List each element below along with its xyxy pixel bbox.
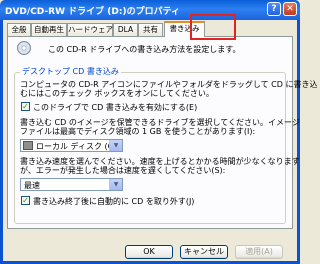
image-drive-value: ローカル ディスク (C:): [36, 142, 120, 151]
group-desc-line2: むにはこのチェック ボックスをオンにしてください。: [20, 89, 214, 98]
ok-button[interactable]: OK: [125, 245, 173, 259]
apply-button[interactable]: 適用(A): [235, 245, 283, 259]
write-speed-select[interactable]: 最速 ▼: [20, 178, 123, 191]
chevron-down-icon[interactable]: ▼: [109, 140, 122, 151]
enable-recording-checkbox[interactable]: ✓: [21, 102, 30, 111]
window-title: DVD/CD-RW ドライブ (D:)のプロパティ: [5, 7, 181, 17]
tab-dla[interactable]: DLA: [113, 23, 138, 36]
cancel-button[interactable]: キャンセル: [180, 245, 228, 259]
title-bar: DVD/CD-RW ドライブ (D:)のプロパティ ? ✕: [0, 0, 300, 20]
auto-eject-label[interactable]: 書き込み終了後に自動的に CD を取り外す(J): [33, 196, 194, 207]
close-icon: ✕: [286, 4, 294, 14]
tab-sharing[interactable]: 共有: [138, 23, 163, 36]
tab-hardware[interactable]: ハードウェア: [67, 23, 113, 36]
auto-eject-checkbox[interactable]: ✓: [21, 196, 30, 205]
image-drive-select[interactable]: ローカル ディスク (C:) ▼: [20, 139, 123, 152]
write-speed-value: 最速: [24, 181, 40, 190]
enable-recording-label[interactable]: このドライブで CD 書き込みを有効にする(E): [33, 102, 197, 113]
tab-autoplay[interactable]: 自動再生: [31, 23, 67, 36]
chevron-down-icon[interactable]: ▼: [109, 179, 122, 190]
tab-highlight-box: [190, 14, 236, 40]
help-icon: ?: [271, 4, 277, 14]
drive-icon: [23, 141, 33, 150]
speed-desc-line2: が、エラーが発生した場合は速度を遅くしてください(S):: [20, 166, 226, 175]
help-button[interactable]: ?: [267, 2, 281, 16]
close-button[interactable]: ✕: [283, 2, 297, 16]
cd-icon: [17, 41, 31, 55]
header-text: この CD-R ドライブへの書き込み方法を設定します。: [48, 45, 241, 54]
tab-general[interactable]: 全般: [7, 23, 31, 36]
group-title: デスクトップ CD 書き込み: [20, 66, 121, 77]
image-desc-line2: ファイルは最高でディスク領域の 1 GB を使うことがあります(I):: [20, 127, 256, 136]
